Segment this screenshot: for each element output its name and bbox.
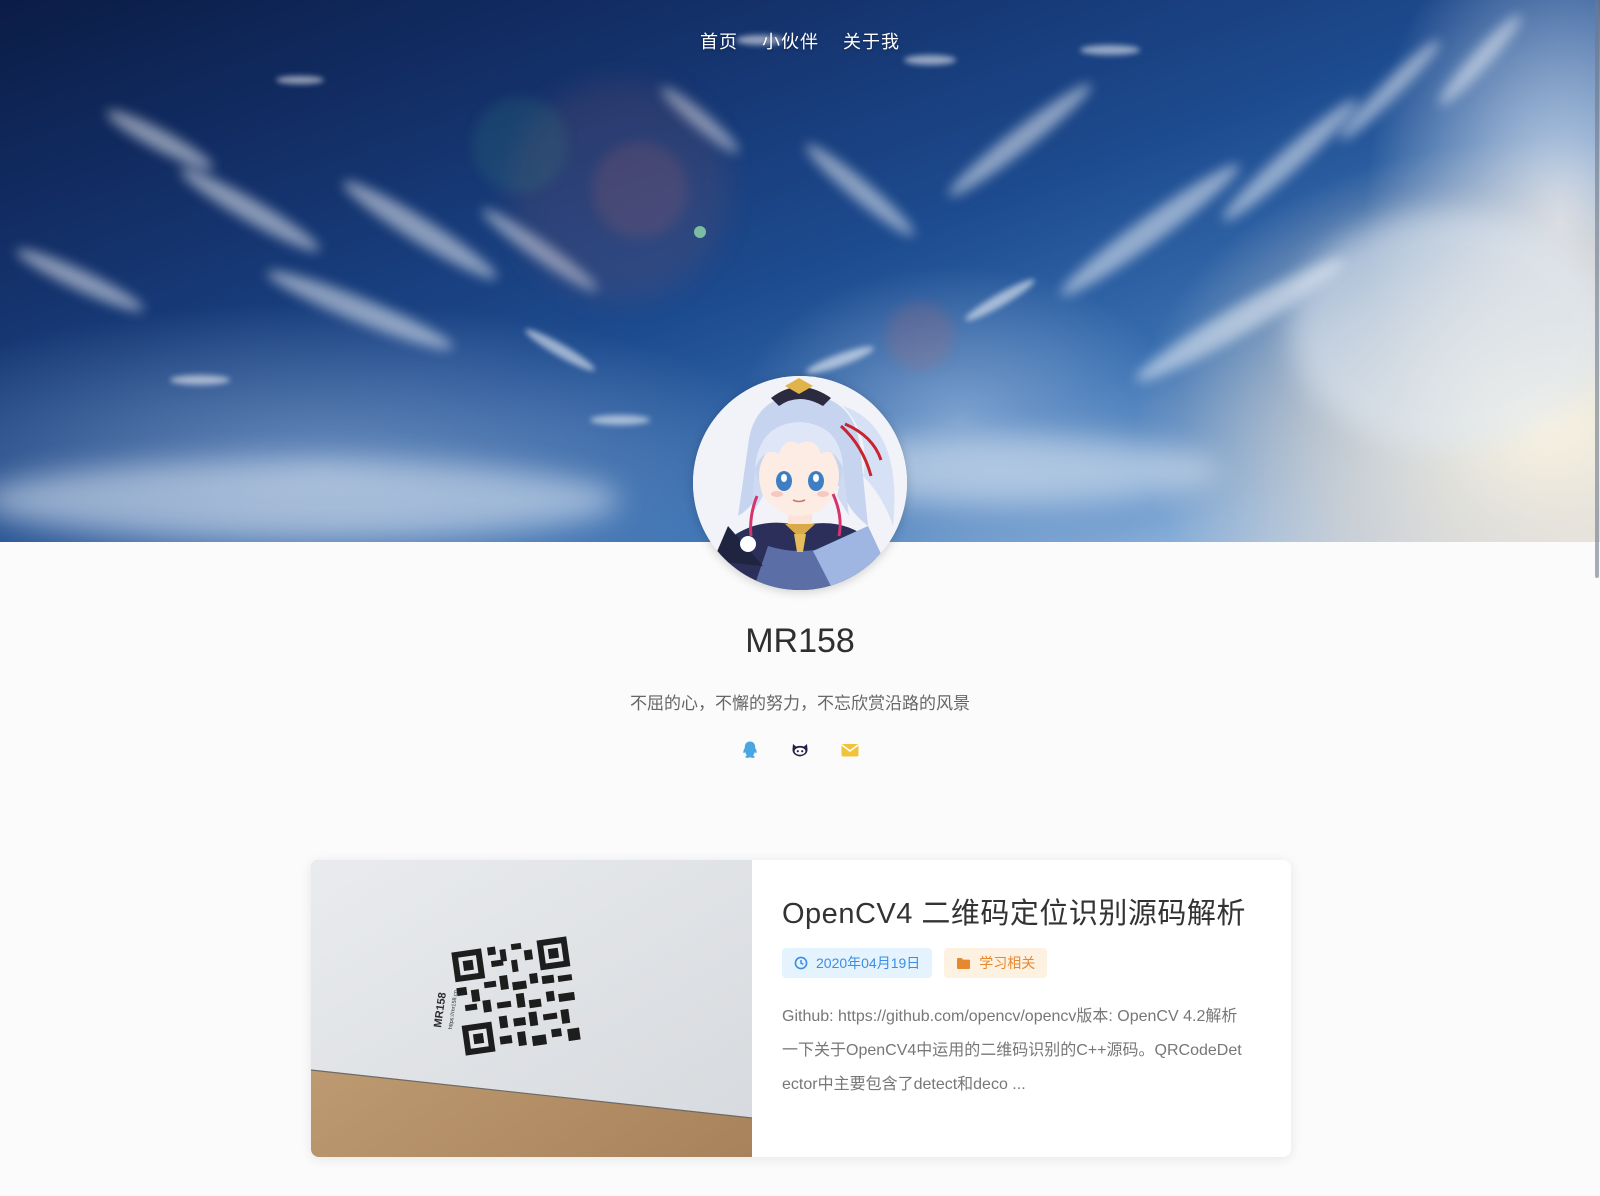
github-icon[interactable]: [790, 740, 810, 760]
post-title[interactable]: OpenCV4 二维码定位识别源码解析: [782, 890, 1261, 932]
clock-icon: [794, 956, 808, 970]
qq-icon[interactable]: [740, 740, 760, 760]
qr-code-business-card-photo: MR158 https://mr158.cn: [311, 860, 752, 1157]
post-category: 学习相关: [979, 955, 1036, 971]
profile-motto: 不屈的心，不懈的努力，不忘欣赏沿路的风景: [630, 694, 970, 714]
folder-icon: [957, 957, 971, 969]
nav-item-about[interactable]: 关于我: [843, 28, 900, 54]
social-links: [0, 740, 1600, 760]
mail-icon[interactable]: [840, 740, 860, 760]
post-cover-image[interactable]: MR158 https://mr158.cn: [311, 860, 752, 1157]
post-card-body: OpenCV4 二维码定位识别源码解析 2020年04月19日 学习相关 Git…: [752, 860, 1291, 1157]
top-nav: 首页 小伙伴 关于我: [0, 28, 1600, 54]
scrollbar-thumb[interactable]: [1595, 0, 1599, 578]
profile-name: MR158: [745, 622, 855, 660]
post-date-badge[interactable]: 2020年04月19日: [782, 948, 933, 978]
nav-item-home[interactable]: 首页: [700, 28, 738, 54]
avatar: [693, 376, 907, 590]
post-category-badge[interactable]: 学习相关: [944, 948, 1048, 978]
nav-item-friends[interactable]: 小伙伴: [762, 28, 819, 54]
page: 首页 小伙伴 关于我 MR158 不屈的心，不懈的努力，不忘欣赏沿路的风景 MR…: [0, 0, 1600, 1196]
post-card[interactable]: MR158 https://mr158.cn OpenCV4 二维码定位识别源码…: [311, 860, 1291, 1157]
anime-girl-avatar-illustration: [693, 376, 907, 590]
post-excerpt: Github: https://github.com/opencv/opencv…: [782, 1008, 1242, 1093]
post-date: 2020年04月19日: [816, 955, 921, 971]
post-meta: 2020年04月19日 学习相关: [782, 948, 1261, 978]
